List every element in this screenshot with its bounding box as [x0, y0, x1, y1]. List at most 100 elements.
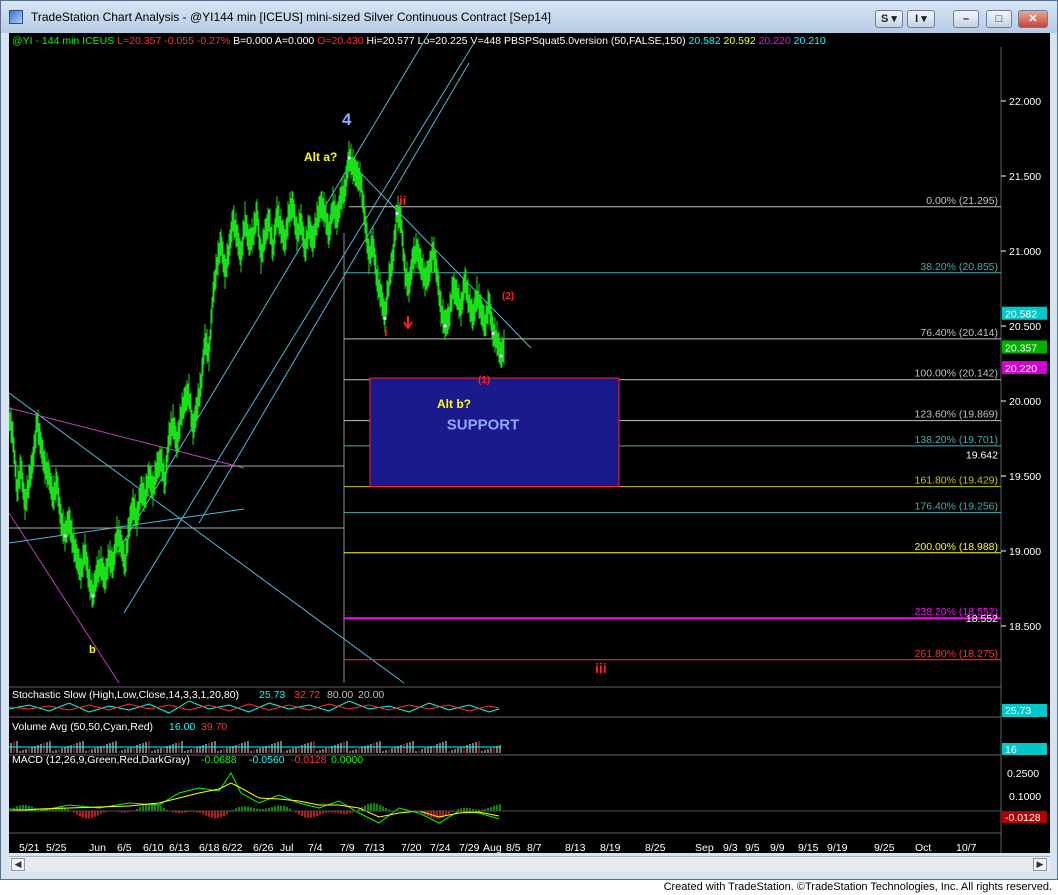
- status-item: 20.210: [791, 35, 826, 47]
- time-axis-label: 6/26: [253, 842, 274, 853]
- app-icon: [9, 10, 23, 24]
- time-axis-label: 6/18: [199, 842, 220, 853]
- status-bar: @YI - 144 min ICEUS L=20.357 -0.055 -0.2…: [12, 35, 826, 47]
- status-item: 20.582: [686, 35, 721, 47]
- time-axis-label: 9/5: [745, 842, 760, 853]
- fib-level-label: 161.80% (19.429): [915, 475, 998, 487]
- macd-value-3: -0.0128: [291, 754, 327, 766]
- close-button[interactable]: ✕: [1018, 10, 1048, 28]
- fib-level-label: 100.00% (20.142): [915, 368, 998, 380]
- fib-level-label: 38.20% (20.855): [920, 261, 998, 273]
- price-tick-label: 19.000: [1009, 546, 1041, 558]
- status-item: @YI - 144 min: [12, 35, 79, 47]
- volume-bars: [9, 741, 501, 753]
- stochastic-value-3: 80.00: [327, 689, 353, 701]
- scroll-right-icon[interactable]: ▶: [1033, 858, 1047, 871]
- title-bar[interactable]: TradeStation Chart Analysis - @YI144 min…: [1, 1, 1057, 33]
- macd-panel: MACD (12,26,9,Green,Red,DarkGray) -0.068…: [8, 754, 1047, 824]
- wave-ii-label: ii: [399, 193, 406, 208]
- time-axis-label: 7/9: [340, 842, 355, 853]
- time-axis-label: Jun: [89, 842, 106, 853]
- status-item: 20.220: [756, 35, 791, 47]
- time-axis-label: 8/19: [600, 842, 621, 853]
- time-axis-label: 9/15: [798, 842, 819, 853]
- status-item: PBSPSquat5.0version (50,FALSE,150): [501, 35, 685, 47]
- time-axis-label: Aug: [483, 842, 502, 853]
- time-axis-label: 7/13: [364, 842, 385, 853]
- swing-point: [63, 534, 67, 538]
- price-tick-label: 21.500: [1009, 171, 1041, 183]
- stochastic-value-2: 32.72: [294, 689, 320, 701]
- time-axis-label: 8/13: [565, 842, 586, 853]
- price-series: [8, 140, 505, 608]
- time-axis-label: 5/25: [46, 842, 67, 853]
- scroll-left-icon[interactable]: ◀: [11, 858, 25, 871]
- status-item: -0.055: [161, 35, 194, 47]
- status-item: Lo=20.225: [415, 35, 468, 47]
- volume-axis-value: 16: [1005, 744, 1017, 756]
- axis-price-text: 20.357: [1005, 342, 1037, 354]
- fib-level-label: 123.60% (19.869): [915, 409, 998, 421]
- stochastic-value-4: 20.00: [358, 689, 384, 701]
- time-axis-label: 9/3: [723, 842, 738, 853]
- price-tick-label: 20.500: [1009, 321, 1041, 333]
- price-label: 18.552: [966, 613, 998, 625]
- status-item: O=20.430: [314, 35, 363, 47]
- chart-area[interactable]: @YI - 144 min ICEUS L=20.357 -0.055 -0.2…: [8, 32, 1050, 854]
- time-axis-label: 10/7: [956, 842, 977, 853]
- status-item: ICEUS: [79, 35, 114, 47]
- wave-i-label: i: [384, 324, 388, 339]
- wave-1-label: (1): [478, 375, 490, 386]
- swing-point: [383, 316, 387, 321]
- time-axis-label: 9/19: [827, 842, 848, 853]
- time-axis-label: 6/13: [169, 842, 190, 853]
- time-axis: 5/21 5/25 Jun 6/5 6/10 6/13 6/18 6/22 6/26 Jul 7/4…: [19, 842, 977, 854]
- time-axis-label: 8/25: [645, 842, 666, 853]
- stochastic-panel: Stochastic Slow (High,Low,Close,14,3,3,1…: [8, 689, 1047, 717]
- time-axis-label: 6/22: [222, 842, 243, 853]
- macd-label: MACD (12,26,9,Green,Red,DarkGray): [12, 754, 190, 766]
- down-arrow-icon: [403, 316, 413, 330]
- time-axis-label: 7/24: [430, 842, 451, 853]
- macd-tick-2: 0.1000: [1009, 791, 1041, 803]
- chart-window: TradeStation Chart Analysis - @YI144 min…: [0, 0, 1058, 880]
- footer-credit: Created with TradeStation. ©TradeStation…: [663, 881, 1052, 893]
- fib-level-label: 176.40% (19.256): [915, 501, 998, 513]
- fib-level-label: 138.20% (19.701): [915, 434, 998, 446]
- swing-point: [91, 594, 95, 598]
- fib-level-label: 200.00% (18.988): [915, 541, 998, 553]
- time-axis-label: 7/4: [308, 842, 323, 853]
- time-axis-label: Oct: [915, 842, 931, 853]
- price-tick-label: 22.000: [1009, 96, 1041, 108]
- trend-lines: [8, 32, 532, 684]
- time-axis-label: Jul: [280, 842, 293, 853]
- time-axis-label: 6/5: [117, 842, 132, 853]
- support-label: SUPPORT: [447, 416, 520, 433]
- volume-label: Volume Avg (50,50,Cyan,Red): [12, 721, 153, 733]
- i-menu-button[interactable]: I ▾: [907, 10, 935, 28]
- price-tick-label: 20.000: [1009, 396, 1041, 408]
- maximize-button[interactable]: □: [986, 10, 1012, 28]
- minimize-button[interactable]: –: [953, 10, 979, 28]
- wave-4-label: 4: [342, 110, 352, 129]
- horizontal-scrollbar[interactable]: ◀ ▶: [9, 856, 1050, 872]
- window-title: TradeStation Chart Analysis - @YI144 min…: [31, 10, 551, 24]
- status-item: Hi=20.577: [364, 35, 415, 47]
- price-chart[interactable]: @YI - 144 min ICEUS L=20.357 -0.055 -0.2…: [8, 32, 1050, 854]
- time-axis-label: 7/29: [459, 842, 480, 853]
- axis-price-text: 20.582: [1005, 309, 1037, 321]
- wave-2-label: (2): [502, 291, 514, 302]
- axis-price-text: 20.220: [1005, 363, 1037, 375]
- volume-value-1: 16.00: [169, 721, 195, 733]
- time-axis-label: 7/20: [401, 842, 422, 853]
- swing-point: [395, 211, 399, 216]
- fib-level-label: 0.00% (21.295): [926, 195, 998, 207]
- s-menu-button[interactable]: S ▾: [875, 10, 903, 28]
- swing-point: [443, 324, 447, 328]
- support-zone: SUPPORT: [369, 377, 620, 487]
- time-axis-label: 6/10: [143, 842, 164, 853]
- volume-value-2: 39.70: [201, 721, 227, 733]
- swing-point: [347, 156, 351, 160]
- macd-value-4: 0.0000: [331, 754, 363, 766]
- swing-point: [491, 331, 495, 336]
